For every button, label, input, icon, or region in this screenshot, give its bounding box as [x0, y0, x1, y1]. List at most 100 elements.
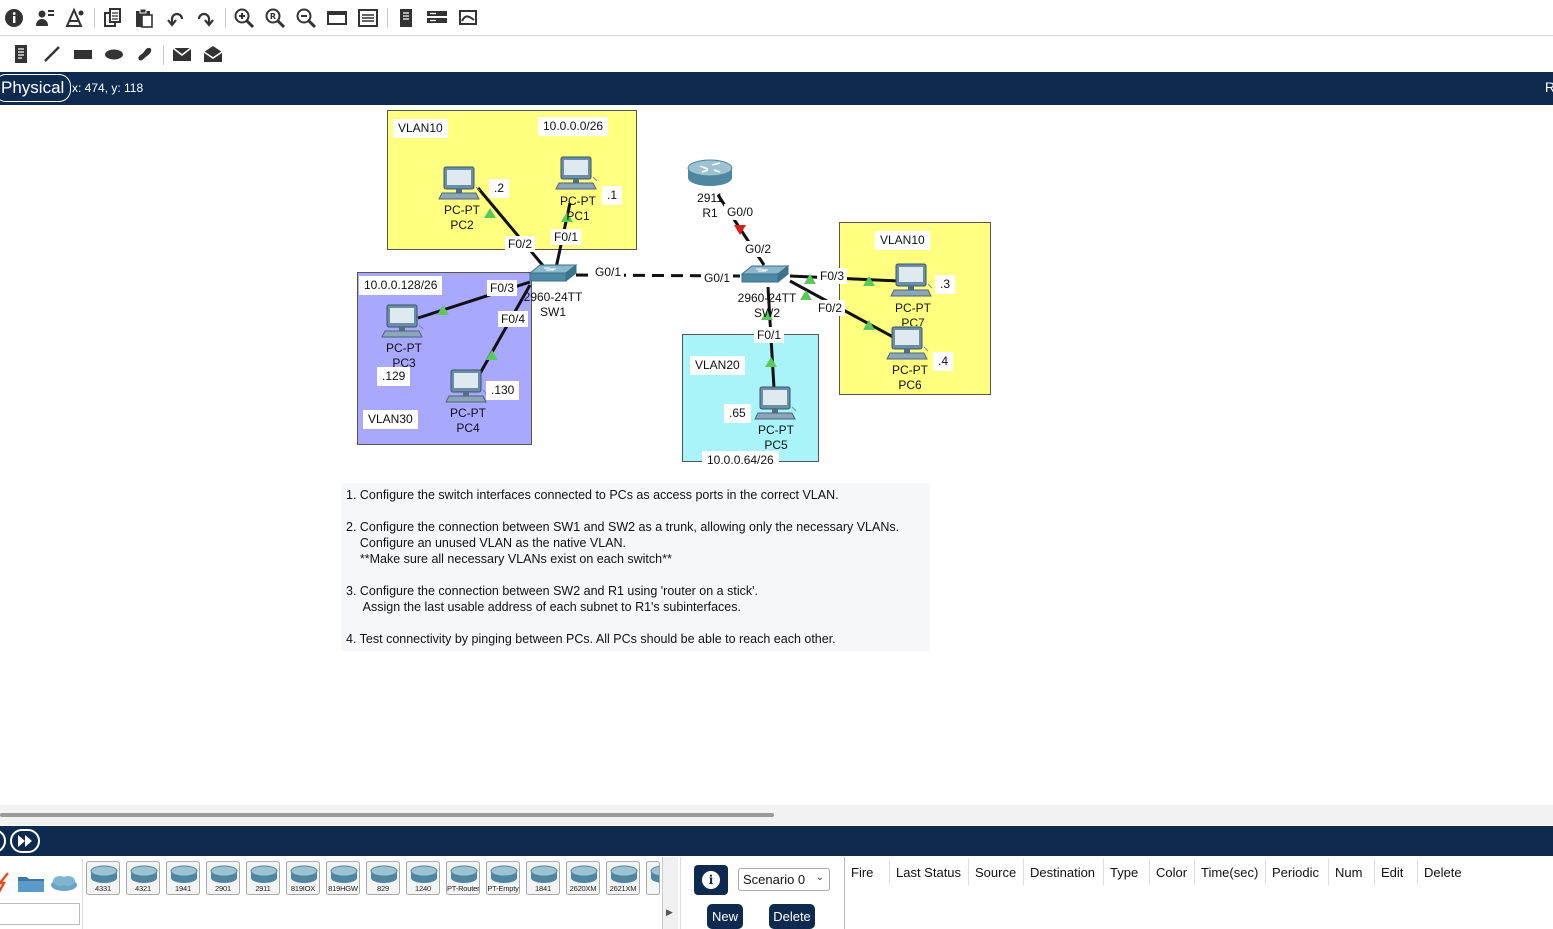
network-info-icon[interactable]: [32, 7, 56, 29]
connections-icon[interactable]: [0, 871, 10, 893]
new-scenario-button[interactable]: New: [707, 904, 743, 929]
device-item-label: PT-Router: [447, 884, 479, 893]
delete-scenario-button[interactable]: Delete: [769, 904, 815, 929]
viewport-icon[interactable]: [394, 7, 418, 29]
pc2-label[interactable]: PC-PT PC2: [438, 203, 486, 233]
pc1-label[interactable]: PC-PT PC1: [554, 194, 602, 224]
device-item-label: 819IOX: [290, 884, 316, 893]
column-separator: [1023, 859, 1024, 885]
scroll-right-icon[interactable]: ▶: [666, 907, 673, 918]
pdu-column-header[interactable]: Edit: [1381, 865, 1403, 880]
pdu-column-header[interactable]: Destination: [1030, 865, 1095, 880]
sw2-f02-port-label: F0/2: [815, 300, 846, 316]
vlan10-right-label: VLAN10: [875, 231, 930, 250]
select-note-icon[interactable]: [9, 43, 33, 65]
pdu-column-header[interactable]: Last Status: [896, 865, 961, 880]
device-type-panel: 4331 4321 1941 2901 2911 819IOX 819HGW 829 1240 P…: [0, 857, 680, 929]
sw1-g01-port-label: G0/1: [592, 264, 625, 280]
pdu-column-header[interactable]: Num: [1335, 865, 1362, 880]
device-item[interactable]: 4321: [126, 861, 160, 895]
device-item[interactable]: PT-Router: [446, 861, 480, 895]
redo-icon[interactable]: [194, 7, 218, 29]
scenario-select[interactable]: Scenario 0 ⌄: [738, 868, 830, 891]
pc7-icon: [890, 263, 933, 297]
device-item[interactable]: 819HGW: [326, 861, 360, 895]
router-icon: [330, 865, 358, 883]
sw2-label[interactable]: 2960-24TT SW2: [733, 291, 801, 321]
device-item[interactable]: 1941: [166, 861, 200, 895]
pdu-column-header[interactable]: Delete: [1424, 865, 1462, 880]
draw-palette-icon[interactable]: [325, 7, 349, 29]
device-panel-scrollbar[interactable]: ▶: [662, 857, 678, 929]
copy-icon[interactable]: [101, 7, 125, 29]
fast-forward-button[interactable]: [10, 829, 40, 853]
physical-tab[interactable]: Physical: [0, 74, 72, 102]
column-separator: [968, 859, 969, 885]
zoom-in-icon[interactable]: [232, 7, 256, 29]
cloud-icon[interactable]: [49, 873, 79, 893]
device-item[interactable]: 2: [646, 861, 660, 895]
scenario-info-button[interactable]: i: [694, 865, 728, 895]
pdu-column-header[interactable]: Color: [1156, 865, 1187, 880]
pc5-label[interactable]: PC-PT PC5: [752, 423, 800, 450]
sw2-icon: [741, 265, 789, 283]
pdu-column-header[interactable]: Source: [975, 865, 1016, 880]
device-item[interactable]: 4331: [86, 861, 120, 895]
instruction-line: Configure an unused VLAN as the native V…: [346, 536, 627, 550]
cluster-icon[interactable]: [456, 7, 480, 29]
undo-icon[interactable]: [163, 7, 187, 29]
freeform-tool-icon[interactable]: [133, 43, 157, 65]
sw2-g02-port-label: G0/2: [742, 241, 775, 257]
ip-pc6-label: .4: [933, 352, 954, 371]
play-control-button[interactable]: [0, 829, 6, 853]
notes-icon[interactable]: [425, 7, 449, 29]
device-item[interactable]: 819IOX: [286, 861, 320, 895]
rectangle-tool-icon[interactable]: [71, 43, 95, 65]
device-search-input[interactable]: [0, 903, 80, 925]
device-item[interactable]: 1841: [526, 861, 560, 895]
paste-icon[interactable]: [132, 7, 156, 29]
folder-icon[interactable]: [17, 873, 45, 893]
logical-workspace[interactable]: VLAN10 10.0.0.0/26 10.0.0.128/26 VLAN10 …: [0, 105, 1553, 805]
line-tool-icon[interactable]: [40, 43, 64, 65]
toolbar-separator: [225, 8, 226, 28]
device-item[interactable]: 2901: [206, 861, 240, 895]
pdu-column-header[interactable]: Fire: [851, 865, 873, 880]
device-item-label: 2621XM: [609, 884, 637, 893]
device-item-label: 2: [647, 884, 659, 893]
complex-pdu-icon[interactable]: [201, 43, 225, 65]
realtime-tab[interactable]: R: [1545, 79, 1553, 95]
pc3-label[interactable]: PC-PT PC3: [380, 341, 428, 369]
pc4-label[interactable]: PC-PT PC4: [444, 406, 492, 436]
router-icon: [370, 865, 398, 883]
pc7-label[interactable]: PC-PT PC7: [889, 301, 937, 326]
pc6-label[interactable]: PC-PT PC6: [886, 363, 934, 393]
device-item[interactable]: PT-Empty: [486, 861, 520, 895]
ellipse-tool-icon[interactable]: [102, 43, 126, 65]
device-item[interactable]: 2911: [246, 861, 280, 895]
info-icon[interactable]: [2, 7, 26, 29]
device-item[interactable]: 2621XM: [606, 861, 640, 895]
zoom-out-icon[interactable]: [294, 7, 318, 29]
pdu-column-header[interactable]: Type: [1110, 865, 1138, 880]
panel-divider: [82, 859, 83, 929]
device-item[interactable]: 2620XM: [566, 861, 600, 895]
device-item[interactable]: 1240: [406, 861, 440, 895]
simulation-bar: [0, 826, 1553, 856]
zoom-reset-icon[interactable]: R: [263, 7, 287, 29]
user-profile-icon[interactable]: [63, 7, 87, 29]
workspace-horizontal-scrollbar[interactable]: [0, 805, 1553, 825]
workspace-mode-bar: Physical x: 474, y: 118 R: [0, 72, 1553, 105]
custom-devices-icon[interactable]: [356, 7, 380, 29]
column-separator: [889, 859, 890, 885]
simple-pdu-icon[interactable]: [170, 43, 194, 65]
ip-pc4-label: .130: [486, 381, 520, 400]
pdu-list-table: Fire Last Status Source Destination Type Colo…: [844, 857, 1553, 929]
instruction-line: 2. Configure the connection between SW1 …: [346, 520, 900, 534]
sw1-f01-port-label: F0/1: [551, 229, 582, 245]
pdu-column-header[interactable]: Periodic: [1272, 865, 1319, 880]
sw1-label[interactable]: 2960-24TT SW1: [519, 290, 587, 320]
device-item[interactable]: 829: [366, 861, 400, 895]
pdu-column-header[interactable]: Time(sec): [1201, 865, 1258, 880]
scrollbar-thumb[interactable]: [0, 813, 774, 817]
